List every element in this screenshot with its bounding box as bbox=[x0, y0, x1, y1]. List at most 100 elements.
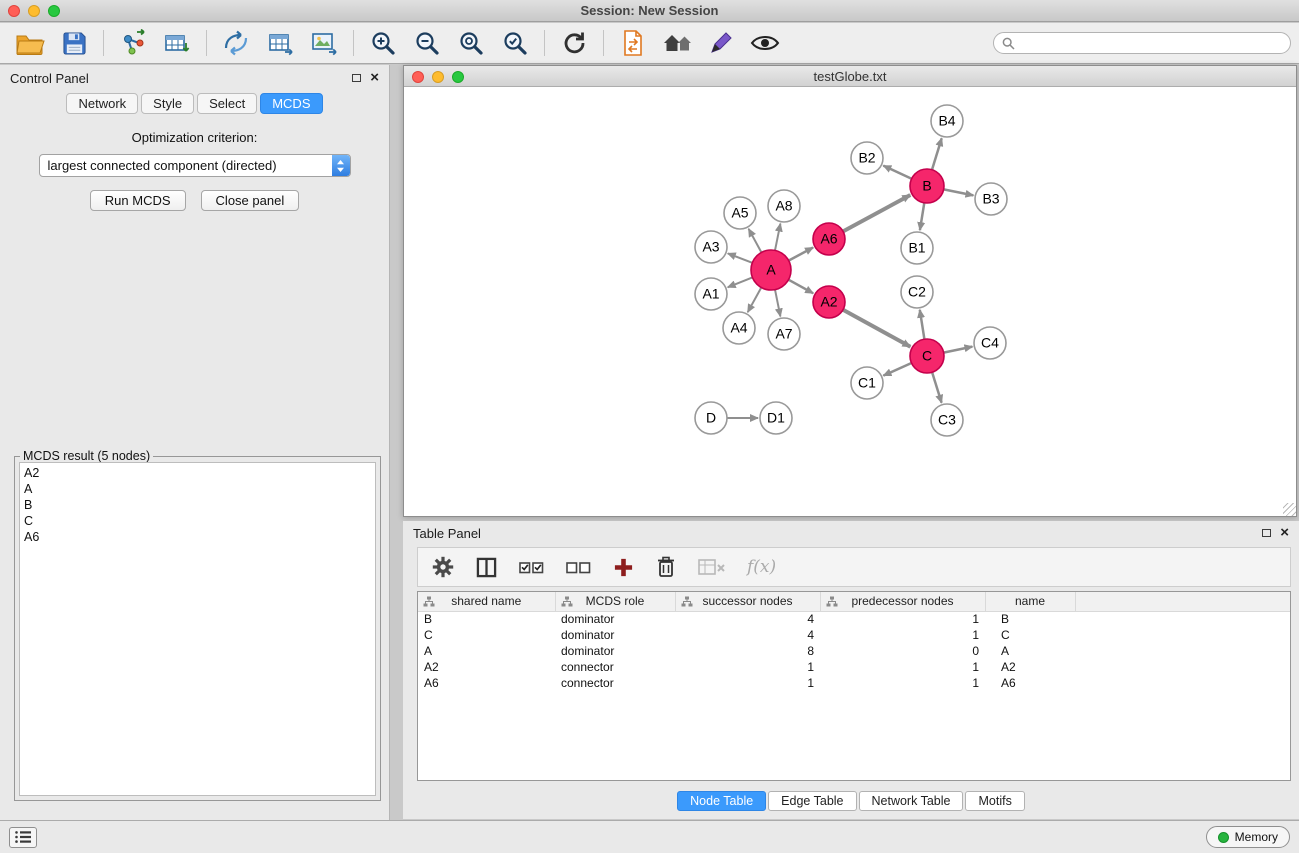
graph-node-B3[interactable]: B3 bbox=[975, 183, 1007, 215]
zoom-selected-button[interactable] bbox=[493, 25, 537, 61]
network-minimize-button[interactable] bbox=[432, 71, 444, 83]
tab-network[interactable]: Network bbox=[66, 93, 138, 114]
graph-edge-B-B3[interactable] bbox=[944, 189, 974, 195]
graph-node-A5[interactable]: A5 bbox=[724, 197, 756, 229]
zoom-out-button[interactable] bbox=[405, 25, 449, 61]
select-all-button[interactable] bbox=[519, 557, 544, 577]
graph-edge-A-A8[interactable] bbox=[775, 224, 780, 251]
table-cell[interactable]: connector bbox=[555, 659, 675, 675]
memory-button[interactable]: Memory bbox=[1206, 826, 1290, 848]
column-header-mcds-role[interactable]: MCDS role bbox=[555, 592, 675, 611]
search-input[interactable] bbox=[1020, 36, 1282, 50]
table-cell[interactable]: 4 bbox=[675, 627, 820, 643]
run-mcds-button[interactable]: Run MCDS bbox=[90, 190, 186, 211]
network-canvas[interactable]: AA1A2A3A4A5A6A7A8BB1B2B3B4CC1C2C3C4DD1 bbox=[404, 87, 1296, 516]
export-image-button[interactable] bbox=[302, 25, 346, 61]
add-column-button[interactable] bbox=[613, 557, 634, 578]
table-cell[interactable]: 1 bbox=[820, 611, 985, 627]
tab-select[interactable]: Select bbox=[197, 93, 257, 114]
graph-edge-A6-B[interactable] bbox=[843, 195, 910, 231]
delete-table-button[interactable] bbox=[698, 557, 725, 577]
curation-panel-button[interactable] bbox=[611, 25, 655, 61]
network-graph-svg[interactable]: AA1A2A3A4A5A6A7A8BB1B2B3B4CC1C2C3C4DD1 bbox=[404, 87, 1296, 516]
graph-node-C2[interactable]: C2 bbox=[901, 276, 933, 308]
graph-node-A3[interactable]: A3 bbox=[695, 231, 727, 263]
graph-edge-A-A6[interactable] bbox=[789, 248, 814, 261]
graph-edge-A2-C[interactable] bbox=[843, 310, 910, 347]
close-table-panel-icon[interactable]: × bbox=[1280, 528, 1289, 538]
column-header-shared-name[interactable]: shared name bbox=[418, 592, 555, 611]
export-table-button[interactable] bbox=[258, 25, 302, 61]
table-cell[interactable]: C bbox=[418, 627, 555, 643]
float-table-panel-icon[interactable] bbox=[1262, 529, 1271, 537]
tab-node-table[interactable]: Node Table bbox=[677, 791, 766, 811]
tab-style[interactable]: Style bbox=[141, 93, 194, 114]
graph-node-A6[interactable]: A6 bbox=[813, 223, 845, 255]
graph-edge-A-A5[interactable] bbox=[749, 229, 762, 253]
float-panel-icon[interactable] bbox=[352, 74, 361, 82]
graph-edge-A-A7[interactable] bbox=[775, 290, 780, 317]
graph-edge-A-A1[interactable] bbox=[728, 277, 753, 287]
network-maximize-button[interactable] bbox=[452, 71, 464, 83]
window-resize-handle[interactable] bbox=[1283, 503, 1296, 516]
table-settings-button[interactable] bbox=[432, 556, 454, 578]
graph-edge-C-C2[interactable] bbox=[920, 310, 925, 339]
table-cell[interactable]: C bbox=[985, 627, 1075, 643]
graph-node-B4[interactable]: B4 bbox=[931, 105, 963, 137]
table-cell[interactable]: 1 bbox=[820, 675, 985, 691]
tab-network-table[interactable]: Network Table bbox=[859, 791, 964, 811]
table-cell[interactable]: dominator bbox=[555, 643, 675, 659]
table-cell[interactable]: connector bbox=[555, 675, 675, 691]
graph-node-C1[interactable]: C1 bbox=[851, 367, 883, 399]
graph-node-B1[interactable]: B1 bbox=[901, 232, 933, 264]
maximize-window-button[interactable] bbox=[48, 5, 60, 17]
mcds-result-list[interactable]: A2ABCA6 bbox=[19, 462, 376, 796]
table-cell[interactable]: 1 bbox=[675, 675, 820, 691]
tab-mcds[interactable]: MCDS bbox=[260, 93, 322, 114]
table-cell[interactable]: 1 bbox=[820, 627, 985, 643]
table-cell[interactable]: dominator bbox=[555, 611, 675, 627]
graph-node-A8[interactable]: A8 bbox=[768, 190, 800, 222]
column-panel-button[interactable] bbox=[476, 557, 497, 578]
mcds-result-item[interactable]: A bbox=[24, 481, 371, 497]
table-cell[interactable]: dominator bbox=[555, 627, 675, 643]
zoom-fit-button[interactable] bbox=[449, 25, 493, 61]
deselect-all-button[interactable] bbox=[566, 557, 591, 577]
home-button[interactable] bbox=[655, 25, 699, 61]
task-history-button[interactable] bbox=[9, 827, 37, 848]
table-cell[interactable]: A2 bbox=[985, 659, 1075, 675]
table-cell[interactable]: B bbox=[418, 611, 555, 627]
graph-node-D[interactable]: D bbox=[695, 402, 727, 434]
graph-edge-C-C4[interactable] bbox=[944, 347, 973, 353]
save-session-button[interactable] bbox=[52, 25, 96, 61]
column-header-predecessor-nodes[interactable]: predecessor nodes bbox=[820, 592, 985, 611]
table-row[interactable]: Adominator80A bbox=[418, 643, 1290, 659]
open-file-button[interactable] bbox=[8, 25, 52, 61]
tab-edge-table[interactable]: Edge Table bbox=[768, 791, 856, 811]
table-row[interactable]: A2connector11A2 bbox=[418, 659, 1290, 675]
network-close-button[interactable] bbox=[412, 71, 424, 83]
graph-edge-A-A2[interactable] bbox=[789, 280, 814, 294]
graph-edge-B-B4[interactable] bbox=[932, 138, 942, 170]
table-cell[interactable]: A bbox=[418, 643, 555, 659]
table-row[interactable]: A6connector11A6 bbox=[418, 675, 1290, 691]
column-header-name[interactable]: name bbox=[985, 592, 1075, 611]
graph-node-C4[interactable]: C4 bbox=[974, 327, 1006, 359]
table-row[interactable]: Cdominator41C bbox=[418, 627, 1290, 643]
criterion-dropdown[interactable]: largest connected component (directed) bbox=[39, 154, 351, 177]
graph-node-B[interactable]: B bbox=[910, 169, 944, 203]
graph-edge-C-C1[interactable] bbox=[883, 363, 911, 376]
graph-edge-A-A3[interactable] bbox=[728, 253, 753, 262]
import-network-button[interactable] bbox=[111, 25, 155, 61]
search-box[interactable] bbox=[993, 32, 1291, 54]
mcds-result-item[interactable]: A2 bbox=[24, 465, 371, 481]
mcds-result-item[interactable]: A6 bbox=[24, 529, 371, 545]
graph-edge-B-B2[interactable] bbox=[883, 166, 911, 179]
table-cell[interactable]: 1 bbox=[675, 659, 820, 675]
table-cell[interactable]: 0 bbox=[820, 643, 985, 659]
mcds-result-item[interactable]: C bbox=[24, 513, 371, 529]
minimize-window-button[interactable] bbox=[28, 5, 40, 17]
table-cell[interactable]: B bbox=[985, 611, 1075, 627]
zoom-in-button[interactable] bbox=[361, 25, 405, 61]
apply-layout-button[interactable] bbox=[552, 25, 596, 61]
